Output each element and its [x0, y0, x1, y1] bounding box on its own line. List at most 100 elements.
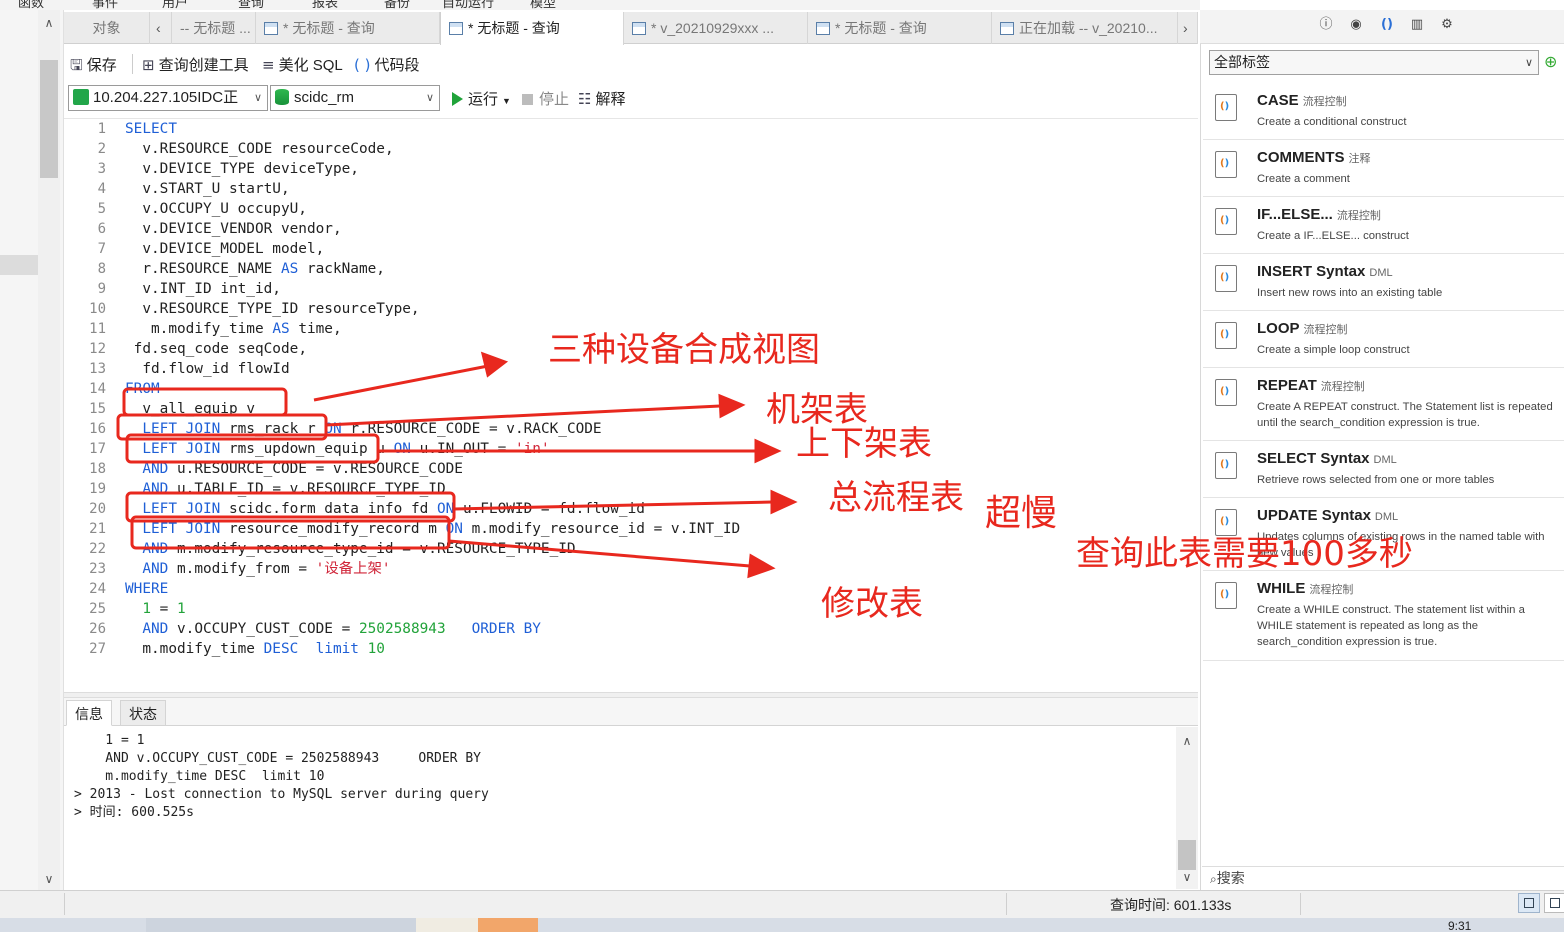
snippet-item[interactable]: () REPEAT 流程控制 Create A REPEAT construct. T…	[1203, 368, 1564, 441]
snippet-tag: 流程控制	[1303, 324, 1348, 336]
query-icon	[449, 22, 463, 35]
scroll-down-icon[interactable]: ∨	[1178, 870, 1196, 884]
code-line[interactable]: v.DEVICE_TYPE deviceType,	[125, 159, 359, 179]
code-line[interactable]: v.INT_ID int_id,	[125, 279, 281, 299]
menu-item[interactable]: 事件	[92, 0, 118, 10]
tab-label: * 无标题 - 查询	[283, 20, 375, 36]
run-button[interactable]: 运行 ▼	[452, 88, 511, 109]
code-line[interactable]: FROM	[125, 379, 160, 399]
code-line[interactable]: 1 = 1	[125, 599, 185, 619]
menu-item[interactable]: 备份	[384, 0, 410, 10]
status-divider	[64, 893, 65, 915]
info-icon[interactable]: ⓘ	[1319, 18, 1333, 32]
sidebar-selected-row[interactable]	[0, 255, 38, 275]
tab-scroll-right-icon[interactable]: ›	[1178, 12, 1198, 44]
code-line[interactable]: fd.flow_id flowId	[125, 359, 289, 379]
status-divider	[1300, 893, 1301, 915]
dropdown-icon[interactable]: ▼	[502, 96, 511, 106]
snippet-item[interactable]: () COMMENTS 注释 Create a comment	[1203, 140, 1564, 197]
code-line[interactable]: AND m.modify_resource_type_id = v.RESOUR…	[125, 539, 575, 559]
code-line[interactable]: AND u.RESOURCE_CODE = v.RESOURCE_CODE	[125, 459, 463, 479]
table-icon	[1000, 22, 1014, 35]
tab-loading[interactable]: 正在加载 -- v_20210...	[992, 12, 1178, 44]
code-snippet-button[interactable]: ( ) 代码段	[354, 54, 420, 75]
stop-button[interactable]: 停止	[522, 88, 569, 109]
snippet-search-input[interactable]: ⌕搜索	[1202, 866, 1564, 890]
tab-untitled-query-2[interactable]: * 无标题 - 查询	[808, 12, 992, 44]
panel-layout-icon[interactable]: ▥	[1410, 18, 1424, 32]
code-line[interactable]: v_all_equip v	[125, 399, 255, 419]
code-line[interactable]: AND m.modify_from = '设备上架'	[125, 559, 390, 579]
menu-item[interactable]: 用户	[162, 0, 188, 10]
code-line[interactable]: fd.seq_code seqCode,	[125, 339, 307, 359]
line-number: 9	[97, 281, 106, 297]
code-line[interactable]: v.START_U startU,	[125, 179, 289, 199]
scroll-up-icon[interactable]: ∧	[40, 16, 58, 30]
add-snippet-icon[interactable]: ⊕	[1544, 53, 1562, 71]
layout-toggle-button[interactable]	[1518, 893, 1540, 913]
snippet-file-icon: ()	[1215, 265, 1237, 292]
menu-item[interactable]: 函数	[18, 0, 44, 10]
scroll-down-icon[interactable]: ∨	[40, 872, 58, 886]
code-line[interactable]: LEFT JOIN resource_modify_record m ON m.…	[125, 519, 740, 539]
snippet-item[interactable]: () INSERT Syntax DML Insert new rows into a…	[1203, 254, 1564, 311]
code-line[interactable]: m.modify_time AS time,	[125, 319, 342, 339]
query-builder-button[interactable]: ⊞ 查询创建工具	[142, 54, 249, 75]
code-line[interactable]: m.modify_time DESC limit 10	[125, 639, 385, 659]
code-line[interactable]: LEFT JOIN rms_rack r ON r.RESOURCE_CODE …	[125, 419, 601, 439]
tab-info[interactable]: 信息	[66, 700, 112, 726]
code-line[interactable]: r.RESOURCE_NAME AS rackName,	[125, 259, 385, 279]
explain-button[interactable]: ☷ 解释	[578, 88, 625, 109]
menu-bar: 函数 事件 用户 查询 报表 备份 自动运行 模型	[0, 0, 1200, 10]
snippet-item[interactable]: () IF...ELSE... 流程控制 Create a IF...ELSE... …	[1203, 197, 1564, 254]
connection-select[interactable]: 10.204.227.105IDC正 ∨	[68, 85, 268, 111]
snippet-description: Create a IF...ELSE... construct	[1257, 230, 1409, 242]
annotation-note: 查询此表需要100多秒	[1076, 534, 1413, 574]
save-button[interactable]: 🖫 保存	[70, 54, 117, 80]
menu-item[interactable]: 自动运行	[442, 0, 494, 10]
line-number: 13	[89, 361, 106, 377]
taskbar-app[interactable]	[146, 918, 416, 932]
output-scroll-thumb[interactable]	[1178, 840, 1196, 870]
code-line[interactable]: v.RESOURCE_CODE resourceCode,	[125, 139, 393, 159]
menu-item[interactable]: 查询	[238, 0, 264, 10]
settings-icon[interactable]: ⚙	[1440, 18, 1454, 32]
tab-status[interactable]: 状态	[120, 700, 166, 726]
code-line[interactable]: v.RESOURCE_TYPE_ID resourceType,	[125, 299, 419, 319]
code-line[interactable]: v.DEVICE_VENDOR vendor,	[125, 219, 341, 239]
code-line[interactable]: AND v.OCCUPY_CUST_CODE = 2502588943 ORDE…	[125, 619, 541, 639]
code-line[interactable]: AND u.TABLE_ID = v.RESOURCE_TYPE_ID	[125, 479, 445, 499]
beautify-sql-button[interactable]: ≡ 美化 SQL	[262, 54, 343, 75]
line-number: 26	[89, 621, 106, 637]
code-line[interactable]: LEFT JOIN rms_updown_equip u ON u.IN_OUT…	[125, 439, 549, 459]
snippet-item[interactable]: () WHILE 流程控制 Create a WHILE construct. The…	[1203, 571, 1564, 661]
database-select[interactable]: scidc_rm ∨	[270, 85, 440, 111]
tab-objects[interactable]: 对象	[64, 12, 150, 44]
snippet-item[interactable]: () CASE 流程控制 Create a conditional construct	[1203, 83, 1564, 140]
snippet-item[interactable]: () LOOP 流程控制 Create a simple loop construct	[1203, 311, 1564, 368]
taskbar-app-active[interactable]	[478, 918, 538, 932]
code-snippet-icon[interactable]: ()	[1380, 18, 1394, 32]
snippet-item[interactable]: () SELECT Syntax DML Retrieve rows selected…	[1203, 441, 1564, 498]
eye-icon[interactable]: ◉	[1349, 18, 1363, 32]
code-line[interactable]: WHERE	[125, 579, 168, 599]
tab-label: * v_20210929xxx ...	[651, 20, 774, 36]
code-line[interactable]: LEFT JOIN scidc.form_data_info fd ON u.F…	[125, 499, 645, 519]
tag-filter-select[interactable]: 全部标签 ∨	[1209, 50, 1539, 75]
tab-untitled-1[interactable]: -- 无标题 ...	[172, 12, 256, 44]
code-line[interactable]: v.DEVICE_MODEL model,	[125, 239, 324, 259]
beautify-label: 美化 SQL	[278, 57, 343, 74]
code-line[interactable]: SELECT	[125, 119, 177, 139]
code-line[interactable]: v.OCCUPY_U occupyU,	[125, 199, 307, 219]
tab-untitled-query-active[interactable]: * 无标题 - 查询	[440, 12, 624, 45]
tab-view-v20210929[interactable]: * v_20210929xxx ...	[624, 12, 808, 44]
menu-item[interactable]: 报表	[312, 0, 338, 10]
taskbar-app[interactable]	[416, 918, 478, 932]
layout-toggle-button[interactable]	[1544, 893, 1564, 913]
line-number: 6	[97, 221, 106, 237]
menu-item[interactable]: 模型	[530, 0, 556, 10]
sidebar-scroll-thumb[interactable]	[40, 60, 58, 178]
tab-untitled-query-1[interactable]: * 无标题 - 查询	[256, 12, 440, 44]
scroll-up-icon[interactable]: ∧	[1178, 734, 1196, 748]
tab-scroll-left-icon[interactable]: ‹	[150, 12, 172, 44]
